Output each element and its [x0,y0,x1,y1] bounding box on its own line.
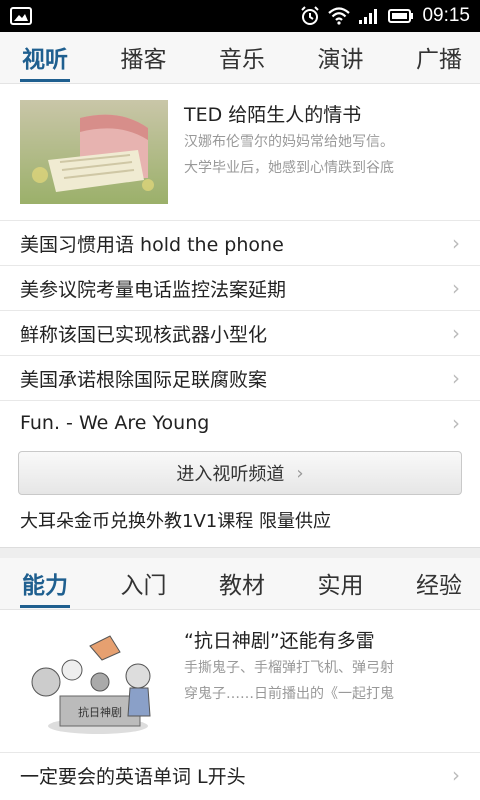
enter-channel-label: 进入视听频道 [176,464,285,485]
list-item-title: 一定要会的英语单词 L开头 [20,765,246,788]
featured-article[interactable]: TED 给陌生人的情书 汉娜布伦雪尔的妈妈常给她写信。 大学毕业后，她感到心情跌… [0,84,480,220]
chevron-right-icon: › [452,411,460,435]
featured-title-2: “抗日神剧”还能有多雷 [184,630,375,652]
battery-icon [388,9,414,23]
tab-yinyue[interactable]: 音乐 [217,34,267,82]
tab-boke[interactable]: 播客 [119,34,169,82]
chevron-right-icon: › [296,462,304,484]
list-item-title: 美参议院考量电话监控法案延期 [20,278,287,301]
featured-desc-line1: 汉娜布伦雪尔的妈妈常给她写信。 [184,134,394,150]
bottom-tab-bar: 能力 入门 教材 实用 经验 [0,558,480,610]
featured-title: TED 给陌生人的情书 [184,104,362,126]
featured-meta: TED 给陌生人的情书 汉娜布伦雪尔的妈妈常给她写信。 大学毕业后，她感到心情跌… [168,100,462,206]
list-item[interactable]: 一定要会的英语单词 L开头 › [0,752,480,797]
featured-desc-line2: 大学毕业后，她感到心情跌到谷底 [184,160,394,176]
clock: 09:15 [422,5,470,26]
featured-meta-2: “抗日神剧”还能有多雷 手撕鬼子、手榴弹打飞机、弹弓射 穿鬼子……日前播出的《一… [168,626,462,742]
featured-article-2[interactable]: 抗日神剧 “抗日神剧”还能有多雷 手撕鬼子、手榴弹打飞机、弹弓射 穿鬼子……日前… [0,610,480,752]
featured-desc2-line1: 手撕鬼子、手榴弹打飞机、弹弓射 [184,660,394,676]
article-list-top: 美国习惯用语 hold the phone › 美参议院考量电话监控法案延期 ›… [0,220,480,445]
list-item-title: 鲜称该国已实现核武器小型化 [20,323,268,346]
chevron-right-icon: › [452,763,460,787]
gallery-notification-icon [10,7,32,25]
article-list-bottom: 一定要会的英语单词 L开头 › [0,752,480,797]
alarm-icon [301,6,320,25]
status-right: 09:15 [300,5,470,27]
list-item[interactable]: Fun. - We Are Young › [0,400,480,445]
illustration-caption: 抗日神剧 [78,705,122,719]
list-item-title: Fun. - We Are Young [20,412,210,434]
featured-thumbnail [20,100,168,204]
featured-thumbnail-2: 抗日神剧 [20,626,168,740]
tab-jingyan[interactable]: 经验 [414,560,464,608]
tab-shiyong[interactable]: 实用 [316,560,366,608]
status-bar: 09:15 [0,0,480,32]
list-item[interactable]: 美国承诺根除国际足联腐败案 › [0,355,480,400]
list-item[interactable]: 美参议院考量电话监控法案延期 › [0,265,480,310]
tab-yanjiang[interactable]: 演讲 [316,34,366,82]
chevron-right-icon: › [452,366,460,390]
list-item[interactable]: 鲜称该国已实现核武器小型化 › [0,310,480,355]
tab-jiaocai[interactable]: 教材 [217,560,267,608]
wifi-icon [328,7,351,25]
top-tab-bar: 视听 播客 音乐 演讲 广播 [0,32,480,84]
promo-link[interactable]: 大耳朵金币兑换外教1V1课程 限量供应 [0,495,480,547]
list-item[interactable]: 美国习惯用语 hold the phone › [0,220,480,265]
list-item-title: 美国承诺根除国际足联腐败案 [20,368,268,391]
enter-channel-button[interactable]: 进入视听频道 › [18,451,462,495]
featured-desc2-line2: 穿鬼子……日前播出的《一起打鬼 [184,686,394,702]
chevron-right-icon: › [452,276,460,300]
list-item-title: 美国习惯用语 hold the phone [20,233,284,256]
status-left [10,7,32,25]
tab-rumen[interactable]: 入门 [119,560,169,608]
section-divider [0,547,480,558]
tab-guangbo[interactable]: 广播 [414,34,464,82]
tab-shiting[interactable]: 视听 [20,34,70,82]
tab-nengli[interactable]: 能力 [20,560,70,608]
chevron-right-icon: › [452,231,460,255]
signal-icon [359,9,378,24]
chevron-right-icon: › [452,321,460,345]
